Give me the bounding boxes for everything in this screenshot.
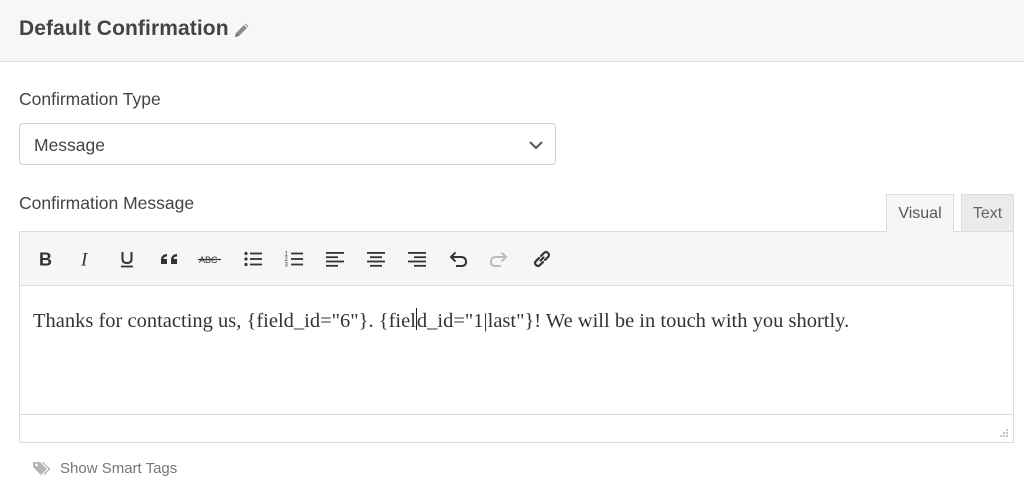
confirmation-type-value: Message	[34, 135, 106, 155]
message-content[interactable]: Thanks for contacting us, {field_id="6"}…	[33, 308, 993, 333]
align-left-icon[interactable]	[319, 243, 351, 275]
numbered-list-icon[interactable]: 1 2 3	[278, 243, 310, 275]
confirmation-type-select[interactable]: Message	[19, 123, 556, 165]
smart-tags-label: Show Smart Tags	[60, 459, 178, 477]
align-right-icon[interactable]	[401, 243, 433, 275]
message-editor: B I ABC 1 2 3 Thanks for contacting us, …	[19, 231, 1014, 443]
svg-text:I: I	[80, 250, 89, 268]
chevron-down-icon	[529, 141, 543, 149]
redo-icon[interactable]	[483, 243, 515, 275]
tags-icon	[33, 462, 51, 475]
strikethrough-icon[interactable]: ABC	[194, 243, 226, 275]
editor-statusbar	[20, 414, 1013, 442]
italic-icon[interactable]: I	[70, 243, 102, 275]
bold-icon[interactable]: B	[29, 243, 61, 275]
panel-title: Default Confirmation	[19, 17, 229, 40]
confirmation-type-label: Confirmation Type	[19, 89, 161, 109]
panel-header: Default Confirmation	[0, 0, 1024, 62]
confirmation-message-label: Confirmation Message	[19, 193, 195, 213]
svg-text:3: 3	[285, 263, 289, 269]
link-icon[interactable]	[526, 243, 558, 275]
show-smart-tags-link[interactable]: Show Smart Tags	[32, 458, 177, 478]
tab-visual[interactable]: Visual	[886, 194, 954, 232]
pencil-icon[interactable]	[232, 20, 252, 40]
tab-text[interactable]: Text	[961, 194, 1014, 232]
align-center-icon[interactable]	[360, 243, 392, 275]
blockquote-icon[interactable]	[153, 243, 185, 275]
undo-icon[interactable]	[442, 243, 474, 275]
underline-icon[interactable]	[111, 243, 143, 275]
svg-text:B: B	[39, 250, 52, 268]
bulleted-list-icon[interactable]	[237, 243, 269, 275]
resize-handle-icon[interactable]	[997, 426, 1009, 438]
message-text-before-caret: Thanks for contacting us, {field_id="6"}…	[33, 310, 416, 332]
message-text-after-caret: d_id="1|last"}! We will be in touch with…	[416, 310, 850, 332]
editor-toolbar: B I ABC 1 2 3	[20, 232, 1013, 286]
